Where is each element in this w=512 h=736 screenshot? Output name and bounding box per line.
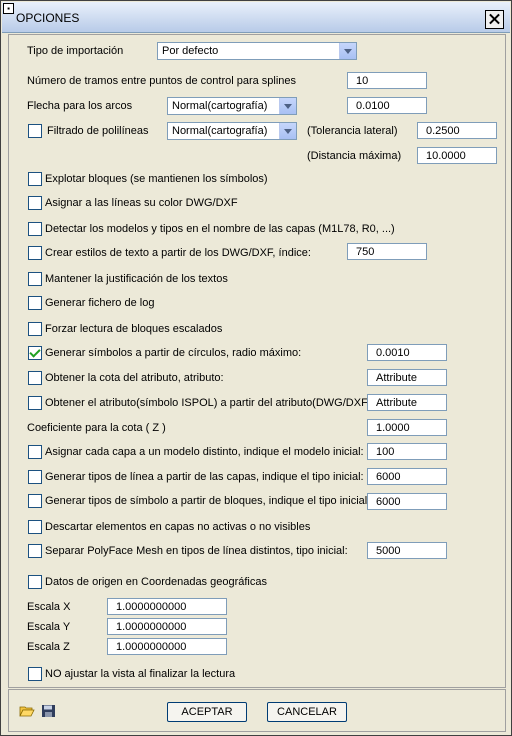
- mantener-just-label: Mantener la justificación de los textos: [45, 273, 228, 285]
- asignar-color-label: Asignar a las líneas su color DWG/DXF: [45, 197, 238, 209]
- filtrado-mode-select[interactable]: Normal(cartografía): [167, 122, 297, 140]
- coeficiente-label: Coeficiente para la cota ( Z ): [27, 422, 166, 434]
- generar-simbolos-input[interactable]: 0.0010: [367, 344, 447, 361]
- flecha-input[interactable]: 0.0100: [347, 97, 427, 114]
- tipos-simbolo-input[interactable]: 6000: [367, 493, 447, 510]
- filtrado-checkbox[interactable]: [28, 124, 42, 138]
- crear-estilos-input[interactable]: 750: [347, 243, 427, 260]
- obtener-cota-input[interactable]: Attribute: [367, 369, 447, 386]
- escala-z-label: Escala Z: [27, 641, 70, 653]
- crear-estilos-checkbox[interactable]: [28, 246, 42, 260]
- obtener-cota-checkbox[interactable]: [28, 371, 42, 385]
- datos-origen-label: Datos de origen en Coordenadas geográfic…: [45, 576, 267, 588]
- escala-y-input[interactable]: 1.0000000000: [107, 618, 227, 635]
- filtrado-label: Filtrado de polilíneas: [47, 125, 149, 137]
- close-button[interactable]: [485, 10, 504, 29]
- mantener-just-checkbox[interactable]: [28, 272, 42, 286]
- options-dialog: ▪ OPCIONES Tipo de importación Por defec…: [0, 0, 512, 736]
- escala-x-input[interactable]: 1.0000000000: [107, 598, 227, 615]
- folder-open-icon[interactable]: [19, 704, 35, 718]
- tipos-linea-checkbox[interactable]: [28, 470, 42, 484]
- accept-button[interactable]: ACEPTAR: [167, 702, 247, 722]
- tolerancia-input[interactable]: 0.2500: [417, 122, 497, 139]
- tipo-importacion-label: Tipo de importación: [27, 45, 124, 57]
- button-bar: ACEPTAR CANCELAR: [8, 689, 506, 732]
- forzar-lectura-label: Forzar lectura de bloques escalados: [45, 323, 223, 335]
- obtener-atributo-checkbox[interactable]: [28, 396, 42, 410]
- obtener-atributo-input[interactable]: Attribute: [367, 394, 447, 411]
- descartar-checkbox[interactable]: [28, 520, 42, 534]
- title-bar: ▪ OPCIONES: [2, 2, 510, 33]
- tipos-simbolo-label: Generar tipos de símbolo a partir de blo…: [45, 495, 371, 507]
- escala-z-input[interactable]: 1.0000000000: [107, 638, 227, 655]
- chevron-down-icon: [279, 123, 296, 139]
- tramos-label: Número de tramos entre puntos de control…: [27, 75, 297, 87]
- separar-label: Separar PolyFace Mesh en tipos de línea …: [45, 545, 348, 557]
- distancia-label: (Distancia máxima): [307, 150, 402, 162]
- obtener-atributo-label: Obtener el atributo(símbolo ISPOL) a par…: [45, 397, 375, 409]
- separar-input[interactable]: 5000: [367, 542, 447, 559]
- tolerancia-label: (Tolerancia lateral): [307, 125, 398, 137]
- distancia-input[interactable]: 10.0000: [417, 147, 497, 164]
- generar-log-checkbox[interactable]: [28, 296, 42, 310]
- generar-simbolos-label: Generar símbolos a partir de círculos, r…: [45, 347, 302, 359]
- descartar-label: Descartar elementos en capas no activas …: [45, 521, 311, 533]
- flecha-label: Flecha para los arcos: [27, 100, 133, 112]
- flecha-mode-select[interactable]: Normal(cartografía): [167, 97, 297, 115]
- asignar-capa-checkbox[interactable]: [28, 445, 42, 459]
- explotar-label: Explotar bloques (se mantienen los símbo…: [45, 173, 268, 185]
- options-panel: Tipo de importación Por defecto Número d…: [8, 34, 506, 688]
- escala-y-label: Escala Y: [27, 621, 71, 633]
- no-ajustar-checkbox[interactable]: [28, 667, 42, 681]
- chevron-down-icon: [339, 43, 356, 59]
- separar-checkbox[interactable]: [28, 544, 42, 558]
- tramos-input[interactable]: 10: [347, 72, 427, 89]
- asignar-capa-input[interactable]: 100: [367, 443, 447, 460]
- no-ajustar-label: NO ajustar la vista al finalizar la lect…: [45, 668, 236, 680]
- forzar-lectura-checkbox[interactable]: [28, 322, 42, 336]
- generar-simbolos-checkbox[interactable]: [28, 346, 42, 360]
- tipos-linea-label: Generar tipos de línea a partir de las c…: [45, 471, 364, 483]
- tipos-simbolo-checkbox[interactable]: [28, 494, 42, 508]
- tipo-importacion-select[interactable]: Por defecto: [157, 42, 357, 60]
- explotar-checkbox[interactable]: [28, 172, 42, 186]
- generar-log-label: Generar fichero de log: [45, 297, 155, 309]
- escala-x-label: Escala X: [27, 601, 71, 613]
- crear-estilos-label: Crear estilos de texto a partir de los D…: [45, 247, 311, 259]
- window-title: OPCIONES: [16, 11, 80, 25]
- asignar-color-checkbox[interactable]: [28, 196, 42, 210]
- tipos-linea-input[interactable]: 6000: [367, 468, 447, 485]
- floppy-disk-icon[interactable]: [41, 704, 57, 718]
- datos-origen-checkbox[interactable]: [28, 575, 42, 589]
- cancel-button[interactable]: CANCELAR: [267, 702, 347, 722]
- asignar-capa-label: Asignar cada capa a un modelo distinto, …: [45, 446, 364, 458]
- detectar-label: Detectar los modelos y tipos en el nombr…: [45, 223, 395, 235]
- pin-icon[interactable]: ▪: [3, 3, 14, 14]
- obtener-cota-label: Obtener la cota del atributo, atributo:: [45, 372, 224, 384]
- chevron-down-icon: [279, 98, 296, 114]
- detectar-checkbox[interactable]: [28, 222, 42, 236]
- coeficiente-input[interactable]: 1.0000: [367, 419, 447, 436]
